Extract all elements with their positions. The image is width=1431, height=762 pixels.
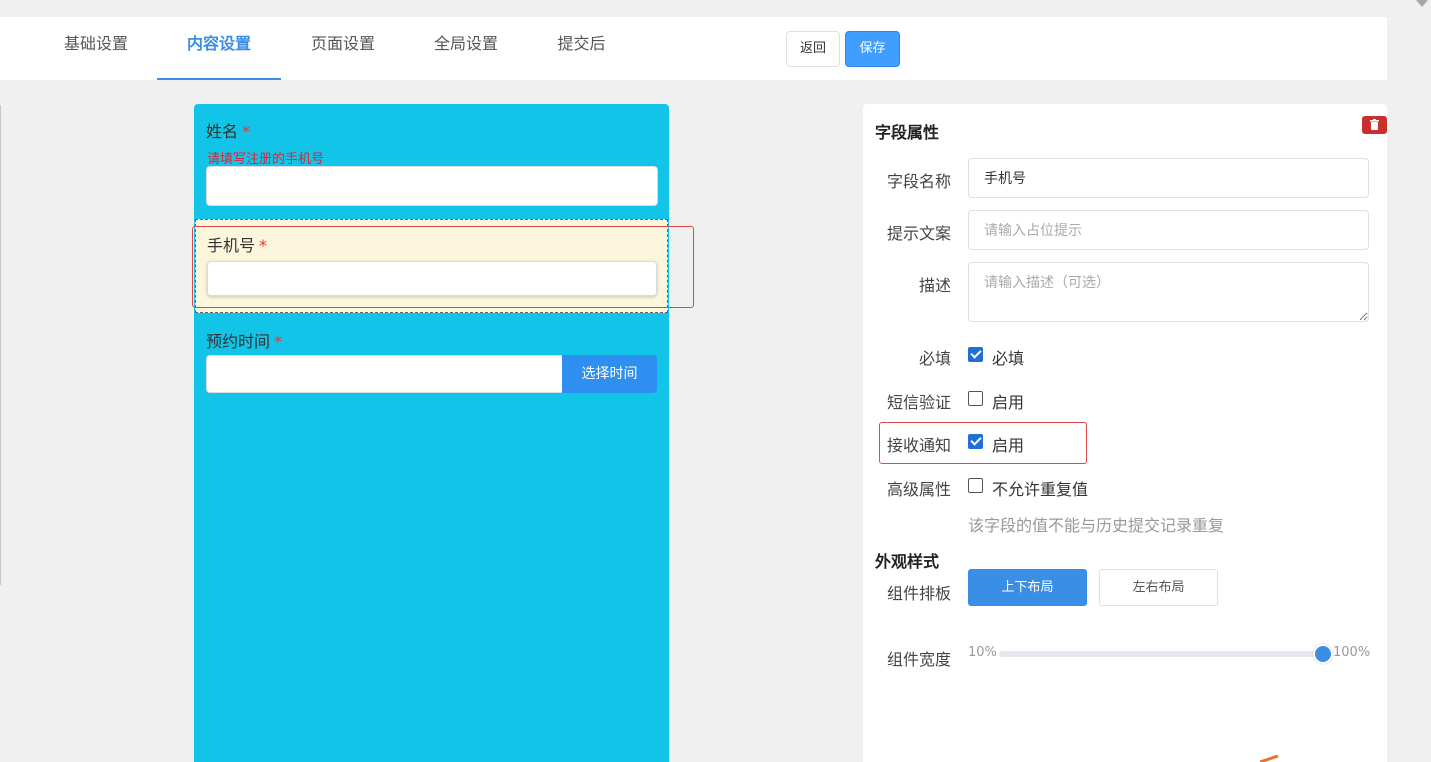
field-label-appointment: 预约时间 * (206, 332, 283, 351)
required-asterisk: * (242, 122, 251, 141)
no-duplicate-checkbox[interactable] (968, 478, 983, 493)
field-name-input[interactable] (968, 158, 1369, 198)
required-asterisk: * (274, 332, 283, 351)
appointment-time-input[interactable] (206, 355, 563, 393)
no-duplicate-note: 该字段的值不能与历史提交记录重复 (968, 516, 1225, 535)
field-label-name: 姓名 * (206, 122, 251, 141)
placeholder-input[interactable] (968, 210, 1369, 250)
field-name-label: 字段名称 (886, 172, 951, 191)
highlight-box-notify (879, 422, 1087, 464)
width-slider-thumb[interactable] (1313, 644, 1333, 664)
tab-content-settings[interactable]: 内容设置 (185, 17, 253, 80)
width-min-label: 10% (968, 645, 997, 660)
orange-arrow-icon (1259, 755, 1279, 762)
layout-horizontal-button[interactable]: 左右布局 (1099, 569, 1218, 606)
placeholder-label: 提示文案 (886, 224, 951, 243)
no-duplicate-option-label[interactable]: 不允许重复值 (992, 476, 1088, 500)
description-label: 描述 (918, 276, 951, 295)
required-label: 必填 (918, 349, 951, 368)
appearance-section-title: 外观样式 (875, 552, 940, 571)
active-tab-indicator (157, 78, 281, 80)
top-nav-bar: 基础设置 内容设置 页面设置 全局设置 提交后 返回 保存 (0, 17, 1387, 80)
tab-page-settings[interactable]: 页面设置 (309, 17, 377, 80)
scroll-up-arrow-icon[interactable] (1414, 0, 1431, 10)
description-textarea[interactable] (968, 262, 1369, 322)
back-button[interactable]: 返回 (786, 31, 840, 67)
required-option-label[interactable]: 必填 (992, 345, 1024, 369)
layout-vertical-button[interactable]: 上下布局 (968, 569, 1087, 606)
sms-verify-option-label[interactable]: 启用 (992, 389, 1024, 413)
width-label: 组件宽度 (886, 650, 951, 669)
tab-basic-settings[interactable]: 基础设置 (62, 17, 130, 80)
field-hint-name: 请填写注册的手机号 (207, 152, 325, 167)
choose-time-button[interactable]: 选择时间 (562, 355, 657, 393)
tab-global-settings[interactable]: 全局设置 (432, 17, 500, 80)
save-button[interactable]: 保存 (845, 31, 900, 67)
trash-icon[interactable] (1362, 116, 1387, 134)
sms-verify-label: 短信验证 (886, 393, 951, 412)
sms-verify-checkbox[interactable] (968, 391, 983, 406)
panel-title: 字段属性 (875, 123, 940, 142)
tab-after-submit[interactable]: 提交后 (556, 17, 607, 80)
highlight-box-phone (192, 226, 694, 308)
required-checkbox[interactable] (968, 347, 983, 362)
advanced-label: 高级属性 (886, 480, 951, 499)
name-input[interactable] (206, 166, 658, 206)
width-slider-track[interactable] (999, 651, 1323, 657)
width-max-label: 100% (1333, 645, 1371, 660)
left-divider (0, 105, 1, 585)
layout-label: 组件排板 (886, 584, 951, 603)
